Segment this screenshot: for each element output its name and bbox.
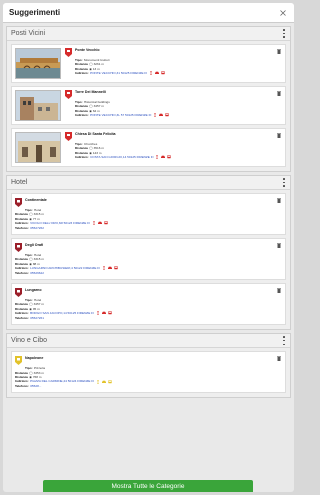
more-options-icon[interactable] [282,178,286,187]
place-photo [15,132,61,163]
suggestions-panel: Suggerimenti Posti Vicini Ponte Vecchio [3,3,294,492]
address-link[interactable]: COSTA SAN GIORGIO,14 50125 FIRENZE FI [90,155,153,159]
phone-label: Telefono: [15,315,29,320]
directions-bus-icon[interactable] [167,155,172,159]
panel-header: Suggerimenti [3,3,294,23]
delete-icon[interactable] [277,49,281,54]
section-header: Posti Vicini [7,27,290,41]
phone-label: Telefono: [15,383,29,388]
directions-car-icon[interactable] [161,155,166,159]
place-name[interactable]: Napoleone [25,356,43,360]
hotel-pin-icon [15,198,22,207]
hotel-card[interactable]: Continentale Tipo: Hotel Distanza ◯ 3315 m… [11,193,286,236]
phone-label: Telefono: [15,225,29,230]
more-options-icon[interactable] [282,29,286,38]
hotel-card[interactable]: Lungarno Tipo: Hotel Distanza ◯ 3457 m Dis… [11,283,286,326]
phone-link[interactable]: 05527261 [30,316,44,320]
map-pin-icon [65,132,72,141]
place-card[interactable]: Ponte Vecchio Tipo: Monumenti Icuttori Di… [11,44,286,83]
place-name[interactable]: Ponte Vecchio [75,48,100,52]
delete-icon[interactable] [277,356,281,362]
close-icon[interactable] [278,8,288,18]
place-card[interactable]: Torre Dei Mannelli Tipo: Historical build… [11,86,286,125]
hotel-pin-icon [15,243,22,253]
address-link[interactable]: PONTE VECCHIO,31 50125 FIRENZE FI [90,71,147,75]
section-title: Vino e Cibo [11,337,48,345]
section-title: Hotel [11,179,28,186]
directions-bus-icon[interactable] [161,71,165,75]
section-posti-vicini: Posti Vicini Ponte Vecchio Tipo: Monument… [6,26,291,172]
phone-label: Telefono: [15,270,29,275]
phone-link[interactable]: 05526622 [30,271,44,275]
phone-link[interactable]: 05528... [30,384,41,388]
place-name[interactable]: Lungarno [25,288,42,292]
address-label: Indirizzo: [75,155,89,160]
show-all-categories-button[interactable]: Mostra Tutte le Categorie [43,480,253,492]
directions-bus-icon[interactable] [165,113,170,117]
map-pin-icon [65,48,72,57]
place-name[interactable]: Chiesa Di Santa Felicita [75,132,116,136]
food-pin-icon [15,356,22,366]
directions-walk-icon[interactable] [155,155,159,160]
address-link[interactable]: PONTE VECCHIO,3L 57 50125 FIRENZE FI [90,113,151,117]
directions-car-icon[interactable] [155,71,160,75]
section-title: Posti Vicini [11,30,46,37]
directions-car-icon[interactable] [159,113,164,117]
phone-link[interactable]: 05527262 [30,226,44,230]
place-card[interactable]: Chiesa Di Santa Felicita Tipo: Churches D… [11,128,286,167]
directions-walk-icon[interactable] [153,113,157,118]
more-options-icon[interactable] [282,336,286,346]
hotel-pin-icon [15,288,22,298]
delete-icon[interactable] [277,243,281,249]
address-label: Indirizzo: [75,71,89,76]
place-photo [15,48,61,79]
place-name[interactable]: Continentale [25,198,47,202]
place-photo [15,90,61,121]
delete-icon[interactable] [277,133,281,138]
food-card[interactable]: Napoleone Tipo: Pizzeria Distanza ◯ 3353 m… [11,351,286,394]
section-header: Vino e Cibo [7,334,290,349]
delete-icon[interactable] [277,198,281,203]
place-name[interactable]: Torre Dei Mannelli [75,90,106,94]
address-label: Indirizzo: [75,113,89,118]
place-name[interactable]: Degli Orafi [25,243,43,247]
delete-icon[interactable] [277,288,281,294]
hotel-card[interactable]: Degli Orafi Tipo: Hotel Distanza ◯ 3315 m … [11,238,286,281]
directions-walk-icon[interactable] [149,71,153,76]
section-header: Hotel [7,176,290,190]
section-hotel: Hotel Continentale Tipo: Hotel Distanza ◯ … [6,175,291,331]
section-vino-e-cibo: Vino e Cibo Napoleone Tipo: Pizzeria Dist… [6,333,291,399]
delete-icon[interactable] [277,91,281,96]
panel-title: Suggerimenti [9,8,61,17]
map-pin-icon [65,90,72,99]
